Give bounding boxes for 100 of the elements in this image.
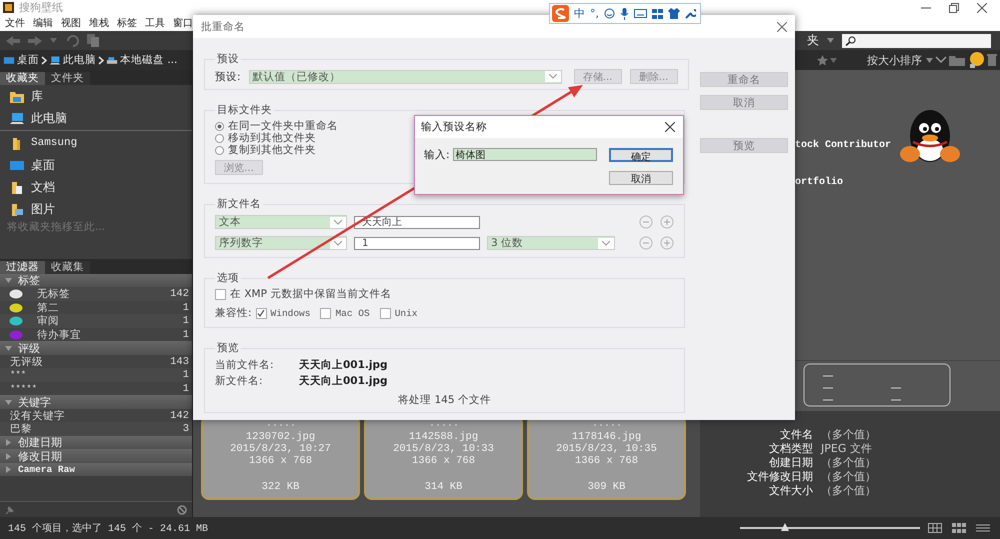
shirt-icon[interactable] xyxy=(668,8,680,19)
minus-circle-icon[interactable] xyxy=(639,215,653,229)
grid-view-icon[interactable] xyxy=(928,523,942,533)
panel-tab[interactable]: 收藏夹 xyxy=(0,72,45,85)
minus-circle-icon[interactable] xyxy=(639,236,653,250)
dropdown[interactable]: 序列数字 xyxy=(215,236,347,250)
breadcrumb-item[interactable]: 此电脑 xyxy=(63,53,96,67)
filter-item[interactable]: 无标签 xyxy=(37,287,70,302)
plus-circle-icon[interactable] xyxy=(660,215,674,229)
filter-item[interactable]: 没有关键字 xyxy=(10,408,65,423)
radio-button[interactable] xyxy=(215,146,224,154)
menu-item[interactable]: 标签 xyxy=(117,16,137,30)
punctuation-toggle[interactable]: °, xyxy=(590,7,599,20)
ime-logo-icon[interactable] xyxy=(552,5,569,22)
checkbox-label[interactable]: Windows xyxy=(270,308,310,318)
dropdown[interactable]: 默认值（已修改） xyxy=(248,70,562,84)
close-icon[interactable] xyxy=(977,2,987,12)
filter-heading[interactable]: 标签 xyxy=(18,273,40,288)
star-icon[interactable] xyxy=(817,54,828,66)
panel-tab[interactable]: 文件夹 xyxy=(45,72,90,85)
smiley-icon[interactable] xyxy=(604,8,615,19)
favorite-item[interactable]: Samsung xyxy=(31,137,78,149)
breadcrumb-item[interactable]: 本地磁盘 ... xyxy=(120,53,178,67)
folder-icon[interactable] xyxy=(949,54,965,66)
copy-icon[interactable] xyxy=(87,34,99,47)
filter-item[interactable]: 待办事宜 xyxy=(37,328,81,342)
checkbox-label[interactable]: Mac OS xyxy=(335,308,370,318)
breadcrumb-item[interactable]: 桌面 xyxy=(17,53,39,67)
input-mode-toggle[interactable]: 中 xyxy=(574,6,585,21)
window-title: 搜狗壁纸 xyxy=(19,0,63,15)
text-field[interactable]: 1 xyxy=(354,236,480,250)
expand-triangle-icon[interactable] xyxy=(5,452,12,460)
filter-item[interactable]: 无评级 xyxy=(10,354,43,369)
filter-item[interactable]: *** xyxy=(10,370,26,380)
back-icon[interactable] xyxy=(6,36,20,46)
menu-item[interactable]: 堆栈 xyxy=(89,16,109,30)
radio-button[interactable] xyxy=(215,122,224,130)
dialog-button[interactable]: 取消 xyxy=(609,171,673,185)
expand-triangle-icon[interactable] xyxy=(5,466,12,473)
forward-icon[interactable] xyxy=(28,36,42,46)
name-field[interactable]: 椅体图 xyxy=(452,148,597,161)
no-icon[interactable] xyxy=(177,504,187,514)
radio-button[interactable] xyxy=(215,134,224,142)
favorite-item[interactable]: 库 xyxy=(31,88,43,104)
filter-heading[interactable]: 关键字 xyxy=(18,394,51,410)
expand-triangle-icon[interactable] xyxy=(5,277,12,284)
menu-item[interactable]: 视图 xyxy=(61,16,81,30)
microphone-icon[interactable] xyxy=(620,8,629,20)
filter-item[interactable]: 巴黎 xyxy=(10,422,32,436)
menu-item[interactable]: 文件 xyxy=(5,16,25,30)
checkbox[interactable] xyxy=(320,308,332,318)
radio-label[interactable]: 移动到其他文件夹 xyxy=(228,131,316,145)
expand-triangle-icon[interactable] xyxy=(5,344,12,352)
filter-heading[interactable]: 评级 xyxy=(18,340,40,356)
checkbox-label[interactable]: Unix xyxy=(394,308,418,318)
search-field[interactable] xyxy=(842,34,991,48)
plus-circle-icon[interactable] xyxy=(660,236,674,250)
thumbnail-view-icon[interactable] xyxy=(952,523,966,533)
dropdown[interactable]: 文本 xyxy=(215,215,347,229)
list-view-icon[interactable] xyxy=(976,523,990,533)
property-label: 文件名 xyxy=(779,428,813,442)
panel-tab[interactable]: 收藏集 xyxy=(45,260,90,274)
menu-item[interactable]: 窗口 xyxy=(173,16,193,30)
file-size: 314 KB xyxy=(424,481,462,493)
filter-item[interactable]: 第二 xyxy=(37,300,59,315)
dropdown[interactable]: 3 位数 xyxy=(487,236,615,250)
sort-dropdown[interactable]: 按大小排序 xyxy=(867,52,933,68)
trash-icon[interactable] xyxy=(987,54,997,66)
slider-thumb[interactable] xyxy=(781,523,789,531)
keyboard-icon[interactable] xyxy=(634,9,647,18)
file-name: 1178146.jpg xyxy=(572,431,642,443)
bulb-icon[interactable] xyxy=(967,51,985,69)
checkbox[interactable] xyxy=(380,308,391,318)
file-name-preview: 天天向上001.jpg xyxy=(299,374,389,388)
checkbox-label[interactable]: 在 XMP 元数据中保留当前文件名 xyxy=(230,287,392,301)
radio-label[interactable]: 复制到其他文件夹 xyxy=(228,143,316,157)
checkbox[interactable] xyxy=(215,288,226,300)
filter-count: 1 xyxy=(182,369,189,381)
pin-icon[interactable] xyxy=(5,504,15,514)
favorite-item[interactable]: 桌面 xyxy=(31,156,55,174)
expand-triangle-icon[interactable] xyxy=(5,398,12,406)
rotate-icon[interactable] xyxy=(65,34,79,46)
filter-item[interactable]: ***** xyxy=(10,384,38,394)
chevron-down-icon[interactable] xyxy=(935,56,947,64)
favorite-item[interactable]: 图片 xyxy=(31,200,55,218)
restore-icon[interactable] xyxy=(949,2,959,12)
filter-item[interactable]: 审阅 xyxy=(37,314,59,328)
checkbox[interactable] xyxy=(256,308,267,318)
menu-item[interactable]: 工具 xyxy=(145,16,165,30)
favorite-item[interactable]: 此电脑 xyxy=(31,110,67,126)
radio-label[interactable]: 在同一文件夹中重命名 xyxy=(228,119,338,133)
toolbox-icon[interactable] xyxy=(652,8,663,18)
expand-triangle-icon[interactable] xyxy=(5,439,12,446)
close-icon[interactable] xyxy=(665,122,675,132)
wrench-icon[interactable] xyxy=(685,8,696,19)
close-icon[interactable] xyxy=(777,22,787,32)
menu-item[interactable]: 编辑 xyxy=(33,16,53,30)
favorite-item[interactable]: 文档 xyxy=(31,178,55,196)
panel-tab[interactable]: 过滤器 xyxy=(0,260,45,274)
caret-icon xyxy=(598,238,614,248)
